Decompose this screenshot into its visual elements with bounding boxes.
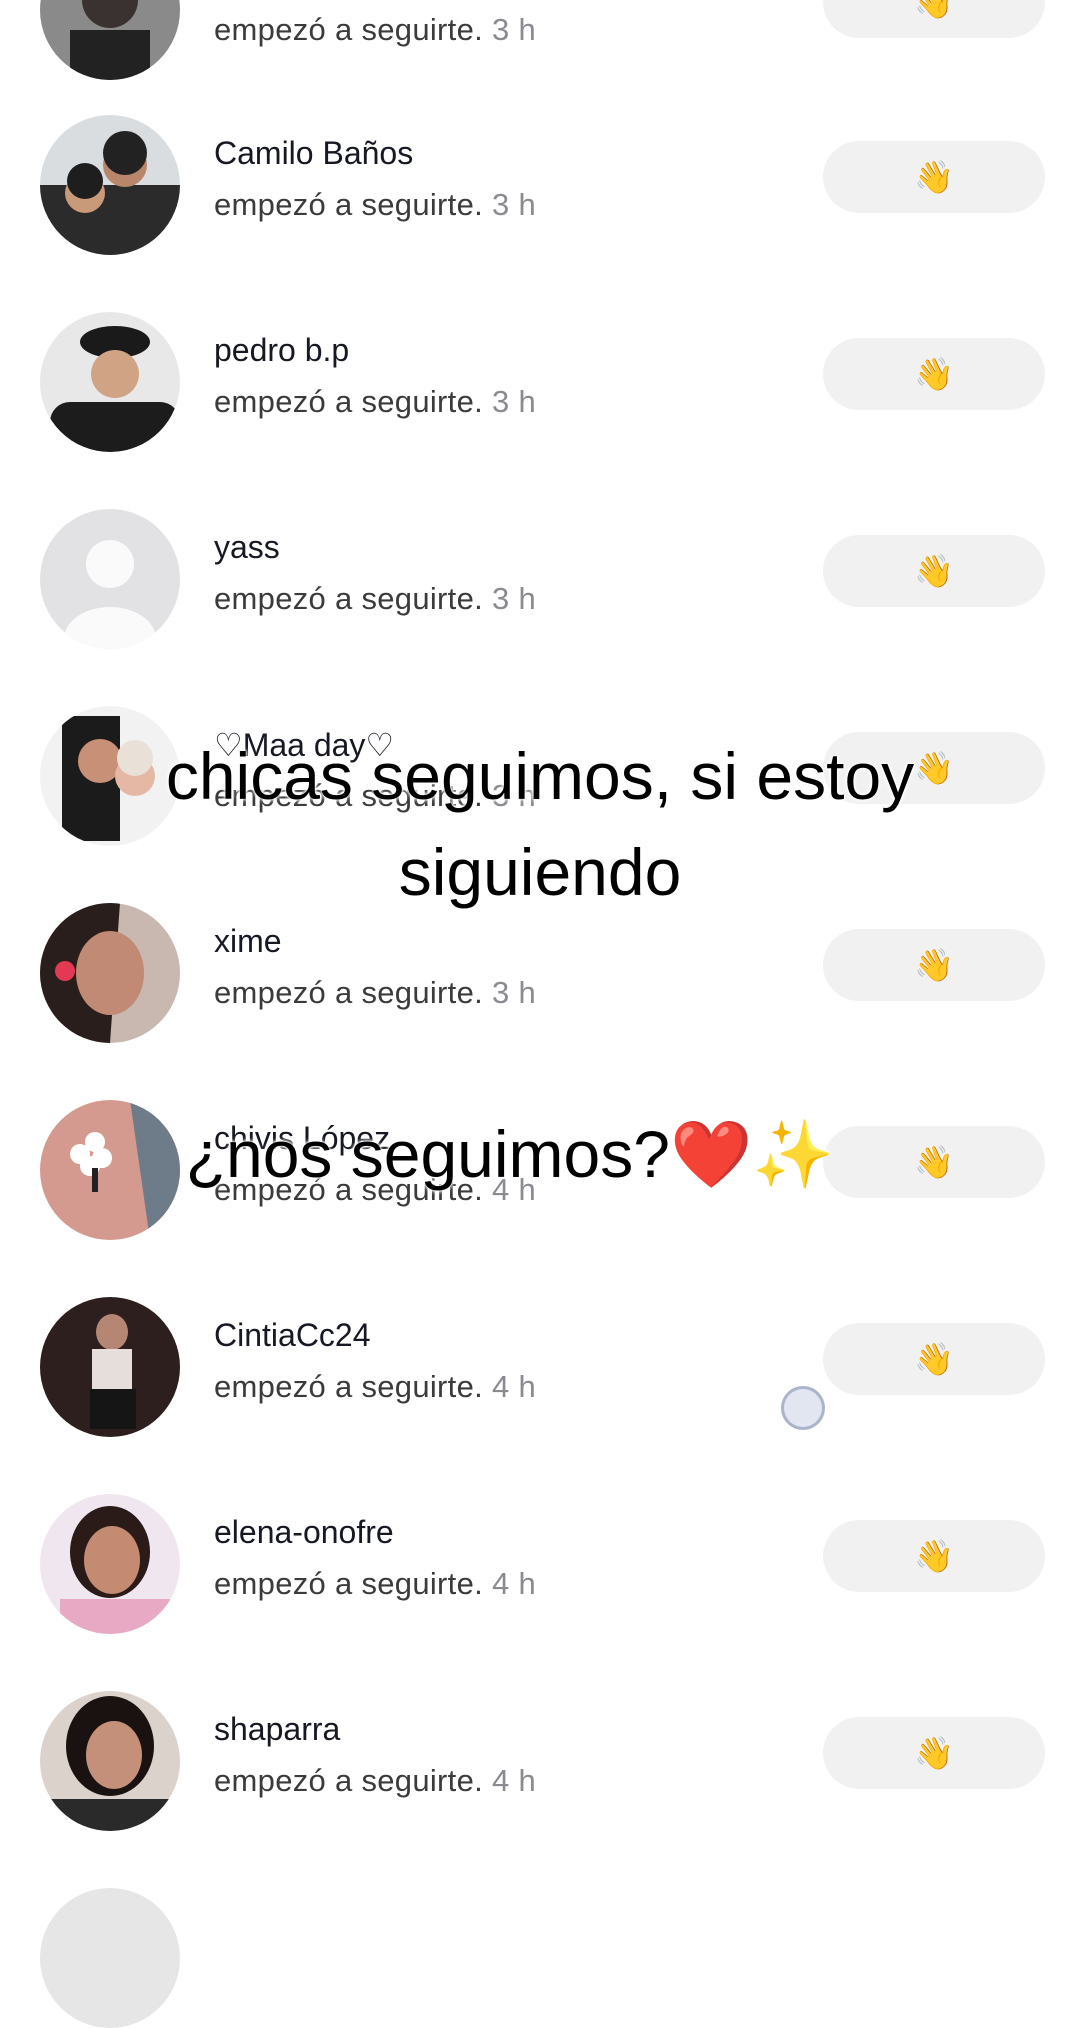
default-avatar[interactable] (40, 509, 180, 649)
avatar[interactable] (40, 1888, 180, 2028)
follower-status: empezó a seguirte. 3 h (214, 187, 536, 222)
follower-name[interactable]: elena-onofre (214, 1514, 394, 1551)
wave-button[interactable]: 👋 (823, 929, 1045, 1001)
follower-name[interactable]: xime (214, 923, 282, 960)
follower-name[interactable]: shaparra (214, 1711, 340, 1748)
follower-status: empezó a seguirte. 3 h (214, 12, 536, 47)
follower-name[interactable]: Camilo Baños (214, 135, 413, 172)
follower-row[interactable]: elena-onofre empezó a seguirte. 4 h 👋 (0, 1474, 1080, 1634)
follower-name[interactable]: CintiaCc24 (214, 1317, 371, 1354)
avatar[interactable] (40, 1494, 180, 1634)
follower-row[interactable] (0, 1868, 1080, 2028)
follower-row[interactable]: empezó a seguirte. 3 h 👋 (0, 0, 1080, 80)
waving-hand-icon: 👋 (914, 553, 954, 589)
wave-button[interactable]: 👋 (823, 141, 1045, 213)
waving-hand-icon: 👋 (914, 159, 954, 195)
follower-name[interactable]: yass (214, 529, 280, 566)
avatar[interactable] (40, 1691, 180, 1831)
caption-overlay-line-3: ¿nos seguimos?❤️✨ (185, 1117, 835, 1191)
follower-status: empezó a seguirte. 4 h (214, 1369, 536, 1404)
follower-status: empezó a seguirte. 3 h (214, 581, 536, 616)
follower-row[interactable]: yass empezó a seguirte. 3 h 👋 (0, 489, 1080, 649)
waving-hand-icon: 👋 (914, 947, 954, 983)
caption-overlay-line-1: chicas seguimos, si estoy (165, 739, 915, 813)
wave-button[interactable]: 👋 (823, 535, 1045, 607)
follower-status: empezó a seguirte. 3 h (214, 384, 536, 419)
caption-overlay-line-2: siguiendo (398, 835, 682, 909)
waving-hand-icon: 👋 (914, 1341, 954, 1377)
avatar[interactable] (40, 0, 180, 80)
follower-status: empezó a seguirte. 3 h (214, 975, 536, 1010)
avatar[interactable] (40, 115, 180, 255)
wave-button[interactable]: 👋 (823, 1323, 1045, 1395)
follower-status: empezó a seguirte. 4 h (214, 1763, 536, 1798)
follower-row[interactable]: pedro b.p empezó a seguirte. 3 h 👋 (0, 292, 1080, 452)
wave-button[interactable]: 👋 (823, 0, 1045, 38)
follower-status: empezó a seguirte. 4 h (214, 1566, 536, 1601)
touch-indicator (781, 1386, 825, 1430)
waving-hand-icon: 👋 (914, 1538, 954, 1574)
wave-button[interactable]: 👋 (823, 338, 1045, 410)
avatar[interactable] (40, 903, 180, 1043)
wave-button[interactable]: 👋 (823, 1717, 1045, 1789)
waving-hand-icon: 👋 (914, 0, 954, 20)
waving-hand-icon: 👋 (914, 356, 954, 392)
follower-row[interactable]: CintiaCc24 empezó a seguirte. 4 h 👋 (0, 1277, 1080, 1437)
waving-hand-icon: 👋 (914, 1735, 954, 1771)
follower-row[interactable]: Camilo Baños empezó a seguirte. 3 h 👋 (0, 95, 1080, 255)
avatar[interactable] (40, 1297, 180, 1437)
follower-row[interactable]: shaparra empezó a seguirte. 4 h 👋 (0, 1671, 1080, 1831)
avatar[interactable] (40, 312, 180, 452)
wave-button[interactable]: 👋 (823, 1520, 1045, 1592)
follower-name[interactable]: pedro b.p (214, 332, 349, 369)
